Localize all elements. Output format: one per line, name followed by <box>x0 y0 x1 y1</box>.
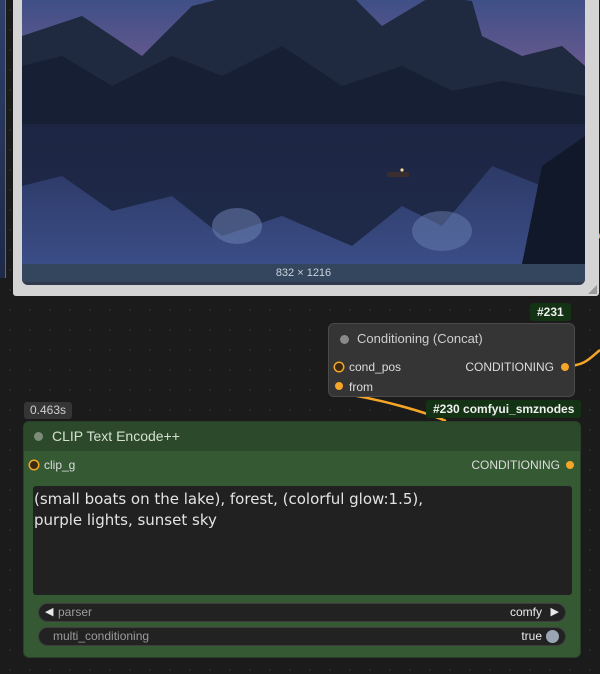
multi-conditioning-toggle[interactable]: multi_conditioning true <box>38 627 566 646</box>
image-dimensions-label: 832 × 1216 <box>22 264 585 282</box>
input-slot-cond-pos-icon[interactable] <box>335 363 343 371</box>
node-title: CLIP Text Encode++ <box>52 428 180 444</box>
node-title-bar[interactable]: Conditioning (Concat) <box>329 324 574 354</box>
input-label-clip-g: clip_g <box>44 458 76 472</box>
execution-time-badge: 0.463s <box>24 402 72 419</box>
node-id-badge-230: #230 comfyui_smznodes <box>426 400 582 418</box>
toggle-knob-icon[interactable] <box>546 630 559 643</box>
output-label-conditioning: CONDITIONING <box>471 458 560 472</box>
resize-handle-icon[interactable] <box>588 285 597 294</box>
parser-value: comfy <box>509 605 542 619</box>
node-title-bar[interactable]: CLIP Text Encode++ <box>24 422 580 451</box>
node-id-badge-231: #231 <box>530 303 571 321</box>
output-label-conditioning: CONDITIONING <box>465 360 554 374</box>
parser-label: parser <box>58 605 93 619</box>
node-title: Conditioning (Concat) <box>357 331 483 346</box>
clip-text-encode-node[interactable]: CLIP Text Encode++ clip_g CONDITIONING (… <box>23 421 581 658</box>
output-slot-conditioning-icon[interactable] <box>561 363 569 371</box>
collapse-toggle-icon[interactable] <box>34 432 43 441</box>
preview-image-node[interactable]: 832 × 1216 <box>13 0 599 296</box>
arrow-right-icon[interactable]: ▶ <box>551 604 559 621</box>
multi-conditioning-value: true <box>521 629 542 643</box>
parser-combo[interactable]: ◀ parser comfy ▶ <box>38 603 566 622</box>
conditioning-concat-node[interactable]: Conditioning (Concat) cond_pos from COND… <box>328 323 575 397</box>
multi-conditioning-label: multi_conditioning <box>53 629 150 643</box>
neighbor-node-edge <box>0 0 6 278</box>
output-slot-conditioning-icon[interactable] <box>566 461 574 469</box>
input-label-from: from <box>349 380 373 394</box>
collapse-toggle-icon[interactable] <box>340 335 349 344</box>
input-label-cond-pos: cond_pos <box>349 360 402 374</box>
generated-image[interactable] <box>22 0 585 264</box>
prompt-textarea[interactable]: (small boats on the lake), forest, (colo… <box>33 486 572 595</box>
input-slot-from-icon[interactable] <box>335 382 343 390</box>
preview-panel: 832 × 1216 <box>22 0 585 285</box>
input-slot-clip-g-icon[interactable] <box>30 461 38 469</box>
arrow-left-icon[interactable]: ◀ <box>45 604 53 621</box>
